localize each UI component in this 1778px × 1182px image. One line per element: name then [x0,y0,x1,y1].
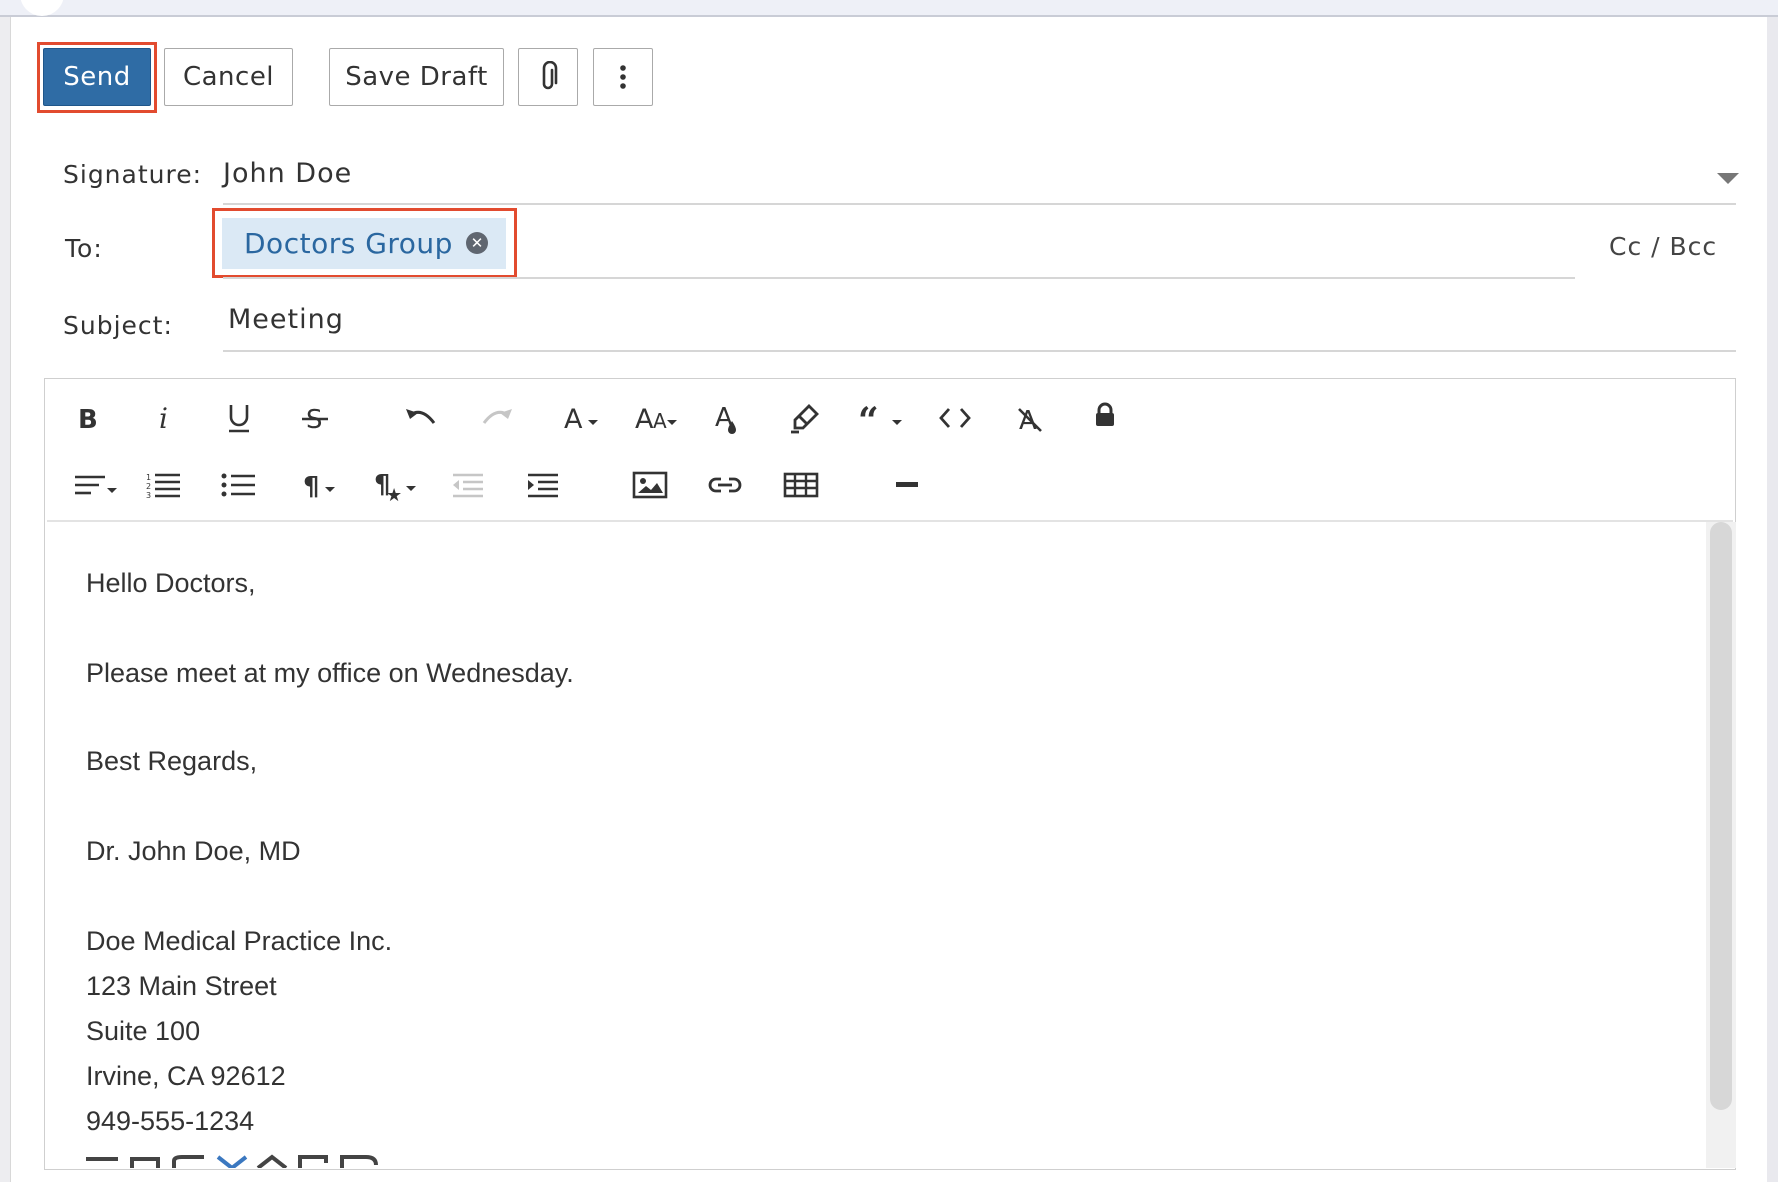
svg-text:3: 3 [146,491,151,499]
window-top-bar [0,0,1778,17]
bold-button[interactable]: B [64,395,110,441]
align-icon [75,475,117,495]
horizontal-rule-button[interactable] [884,462,930,508]
paragraph-format-icon: ¶ [303,472,335,500]
insert-link-icon [708,477,742,493]
font-size-icon: AA [635,404,677,433]
signature-street: 123 Main Street [86,971,277,1001]
insert-image-button[interactable] [627,462,673,508]
editor-scrollbar[interactable] [1710,522,1732,1110]
unordered-list-button[interactable] [216,462,262,508]
message-closing: Best Regards, [86,746,258,776]
more-options-button[interactable] [593,48,653,106]
recipient-chip-label: Doctors Group [244,227,453,260]
svg-text:1: 1 [146,473,151,482]
strikethrough-button[interactable]: S [292,395,338,441]
vertical-ellipsis-icon [620,65,626,89]
message-body: Please meet at my office on Wednesday. [86,658,574,688]
clear-format-icon: A [1018,406,1042,433]
subject-input[interactable]: Meeting [228,304,344,335]
lock-button[interactable] [1082,392,1128,438]
font-family-icon: A [564,404,598,433]
right-edge [1767,17,1778,1182]
cancel-button[interactable]: Cancel [164,48,293,106]
undo-button[interactable] [398,395,444,441]
message-sender: Dr. John Doe, MD [86,836,301,866]
paperclip-icon [542,61,558,90]
svg-text:i: i [159,403,168,433]
svg-text:A: A [653,409,667,433]
highlight-icon [791,404,819,434]
ordered-list-button[interactable]: 123 [141,462,187,508]
to-underline [223,277,1575,279]
quote-icon: “ [858,403,902,433]
lock-icon [1096,402,1114,426]
svg-text:★: ★ [386,485,402,502]
svg-text:A: A [564,404,583,433]
svg-text:B: B [78,405,98,433]
paragraph-format-button[interactable]: ¶ [298,462,348,508]
clear-format-button[interactable]: A [1007,395,1053,441]
paragraph-style-button[interactable]: ¶ ★ [370,462,424,508]
company-logo [86,1154,378,1168]
attach-button[interactable] [518,48,578,106]
unordered-list-icon [221,473,255,497]
message-greeting: Hello Doctors, [86,568,256,598]
cc-bcc-link[interactable]: Cc / Bcc [1609,232,1717,261]
chevron-down-icon[interactable] [1717,173,1739,184]
italic-icon: i [159,403,168,433]
redo-button[interactable] [474,395,520,441]
font-family-button[interactable]: A [558,395,610,441]
to-label: To: [65,234,103,263]
insert-link-button[interactable] [702,462,748,508]
highlight-button[interactable] [782,395,828,441]
underline-button[interactable] [216,395,262,441]
signature-suite: Suite 100 [86,1016,201,1046]
align-button[interactable] [70,462,124,508]
remove-recipient-icon[interactable]: ✕ [466,232,488,254]
send-button[interactable]: Send [43,48,151,106]
undo-icon [406,409,436,424]
outdent-icon [453,473,483,498]
insert-table-icon [783,472,819,498]
font-color-icon: A [715,403,736,434]
subject-underline [223,350,1736,352]
svg-text:¶: ¶ [303,472,320,500]
svg-text:A: A [635,404,654,433]
quote-button[interactable]: “ [854,395,910,441]
signature-company: Doe Medical Practice Inc. [86,926,393,956]
italic-button[interactable]: i [141,395,187,441]
strikethrough-icon: S [302,405,328,433]
insert-table-button[interactable] [778,462,824,508]
insert-image-icon [632,471,668,499]
subject-label: Subject: [63,311,173,340]
bold-icon: B [78,405,98,433]
ordered-list-icon: 123 [146,473,180,499]
signature-city: Irvine, CA 92612 [86,1061,286,1091]
save-draft-button[interactable]: Save Draft [329,48,504,106]
redo-icon [482,409,512,424]
avatar [20,0,64,16]
signature-underline [223,203,1736,205]
svg-text:“: “ [858,403,879,433]
recipient-chip[interactable]: Doctors Group [222,218,506,269]
horizontal-rule-icon [896,482,918,487]
code-button[interactable] [932,395,978,441]
signature-label: Signature: [63,160,203,189]
svg-text:2: 2 [146,482,151,491]
code-icon [939,408,971,428]
signature-select[interactable]: John Doe [223,158,352,189]
indent-icon [528,473,558,498]
indent-button[interactable] [520,462,566,508]
font-color-button[interactable]: A [705,395,751,441]
underline-icon [229,405,249,433]
outdent-button[interactable] [445,462,491,508]
font-size-button[interactable]: AA [630,395,686,441]
toolbar-divider [47,520,1733,522]
paragraph-style-icon: ¶★ [374,470,416,502]
signature-phone: 949-555-1234 [86,1106,255,1136]
